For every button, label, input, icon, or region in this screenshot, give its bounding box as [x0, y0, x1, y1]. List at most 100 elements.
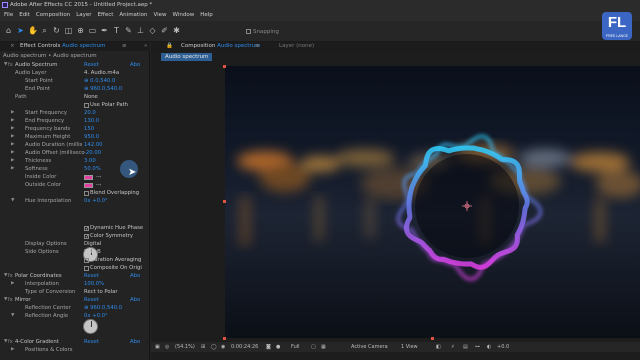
end-frequency-value[interactable]: 130.0: [84, 117, 99, 125]
twirl-icon[interactable]: ▼: [4, 296, 7, 304]
pixel-aspect-icon[interactable]: ◧: [436, 342, 441, 352]
menu-edit[interactable]: Edit: [19, 10, 30, 21]
twirl-icon[interactable]: ▶: [11, 125, 14, 133]
twirl-icon[interactable]: ▶: [11, 157, 14, 165]
dynamic-hue-phase-checkbox[interactable]: [84, 225, 89, 233]
blend-overlapping-checkbox[interactable]: [84, 190, 89, 196]
roto-brush-tool-icon[interactable]: ✐: [160, 26, 169, 35]
menu-layer[interactable]: Layer: [76, 10, 91, 21]
zoom-dropdown[interactable]: (54.1%): [175, 342, 195, 352]
hue-interpolation-value[interactable]: 0x +0.0°: [84, 197, 108, 205]
selection-tool-icon[interactable]: ➤: [16, 26, 25, 35]
interpolation-value[interactable]: 100.0%: [84, 280, 104, 288]
effect-audio-spectrum[interactable]: ▼ fx Audio Spectrum Reset Abo: [0, 61, 150, 69]
rotate-tool-icon[interactable]: ↻: [52, 26, 61, 35]
snapping-checkbox[interactable]: [246, 29, 251, 34]
fx-icon[interactable]: fx: [8, 296, 13, 304]
layer-handle-bl[interactable]: [223, 337, 226, 340]
eyedropper-icon[interactable]: ⤏: [96, 173, 101, 181]
timeline-icon[interactable]: ▤: [463, 342, 468, 352]
mask-tool-icon[interactable]: ▭: [88, 26, 97, 35]
zoom-tool-icon[interactable]: ⌕: [40, 26, 49, 35]
type-of-conversion-select[interactable]: Rect to Polar: [84, 288, 118, 296]
duration-averaging-checkbox[interactable]: [84, 257, 89, 263]
reflection-angle-dial[interactable]: [83, 319, 98, 334]
region-of-interest-icon[interactable]: ▢: [311, 342, 316, 352]
value-text[interactable]: 960.0,540.0: [90, 86, 122, 92]
eraser-tool-icon[interactable]: ◇: [148, 26, 157, 35]
fx-icon[interactable]: fx: [8, 272, 13, 280]
camera-dropdown[interactable]: Active Camera: [351, 342, 388, 352]
thickness-value[interactable]: 3.00: [84, 157, 96, 165]
composition-viewer[interactable]: [225, 66, 640, 338]
reset-button[interactable]: Reset: [84, 61, 99, 69]
side-options-select[interactable]: Side B: [84, 248, 101, 256]
reset-button[interactable]: Reset: [84, 338, 99, 346]
twirl-icon[interactable]: ▼: [4, 272, 7, 280]
audio-duration-value[interactable]: 142.00: [84, 141, 103, 149]
layer-handle-bm[interactable]: [431, 337, 434, 340]
frequency-bands-value[interactable]: 150: [84, 125, 94, 133]
tab-layer[interactable]: Layer (none): [279, 42, 314, 51]
twirl-icon[interactable]: ▶: [11, 133, 14, 141]
twirl-icon[interactable]: ▶: [11, 165, 14, 173]
maximum-height-value[interactable]: 950.0: [84, 133, 99, 141]
fx-icon[interactable]: fx: [8, 61, 13, 69]
grid-icon[interactable]: ⊞: [201, 342, 205, 352]
mask-visibility-icon[interactable]: ◯: [211, 342, 217, 352]
magnification-icon[interactable]: ◎: [165, 342, 169, 352]
camera-tool-icon[interactable]: ◫: [64, 26, 73, 35]
resolution-dropdown[interactable]: Full: [291, 342, 300, 352]
pen-tool-icon[interactable]: ✒: [100, 26, 109, 35]
reset-button[interactable]: Reset: [84, 296, 99, 304]
about-button[interactable]: Abo: [130, 338, 140, 346]
home-icon[interactable]: ⌂: [4, 26, 13, 35]
about-button[interactable]: Abo: [130, 296, 140, 304]
lock-icon[interactable]: 🔒: [166, 42, 173, 51]
path-select[interactable]: None: [84, 93, 98, 101]
exposure-value[interactable]: +0.0: [497, 342, 509, 352]
fast-previews-icon[interactable]: ⚡: [451, 342, 455, 352]
audio-offset-value[interactable]: -20.00: [84, 149, 101, 157]
twirl-icon[interactable]: ▼: [4, 61, 7, 69]
reflection-center-value[interactable]: ⊕ 960.0,540.0: [84, 304, 122, 312]
twirl-icon[interactable]: ▼: [11, 197, 14, 205]
menu-view[interactable]: View: [153, 10, 166, 21]
expand-panels-icon[interactable]: »: [144, 42, 147, 51]
always-preview-icon[interactable]: ▣: [155, 342, 160, 352]
layer-handle-tl[interactable]: [223, 65, 226, 68]
menu-effect[interactable]: Effect: [98, 10, 114, 21]
crosshair-icon[interactable]: ⊕: [84, 78, 88, 84]
snapshot-icon[interactable]: ◙: [266, 342, 271, 352]
fx-icon[interactable]: fx: [8, 338, 13, 346]
end-point-value[interactable]: ⊕ 960.0,540.0: [84, 85, 122, 93]
twirl-icon[interactable]: ▶: [11, 280, 14, 288]
composition-subtab[interactable]: Audio spectrum: [161, 53, 213, 61]
inside-color-swatch[interactable]: [84, 174, 93, 180]
reset-button[interactable]: Reset: [84, 272, 99, 280]
hand-tool-icon[interactable]: ✋: [28, 26, 38, 35]
transparency-grid-icon[interactable]: ▦: [321, 342, 326, 352]
use-polar-path-checkbox[interactable]: [84, 102, 89, 108]
twirl-icon[interactable]: ▶: [11, 117, 14, 125]
twirl-icon[interactable]: ▼: [4, 338, 7, 346]
menu-window[interactable]: Window: [173, 10, 195, 21]
about-button[interactable]: Abo: [130, 272, 140, 280]
audio-layer-select[interactable]: 4. Audio.m4a: [84, 69, 119, 77]
softness-value[interactable]: 50.0%: [84, 165, 101, 173]
start-frequency-value[interactable]: 20.0: [84, 109, 96, 117]
clone-stamp-tool-icon[interactable]: ⊥: [136, 26, 145, 35]
twirl-icon[interactable]: ▶: [11, 109, 14, 117]
eyedropper-icon[interactable]: ⤏: [96, 181, 101, 189]
outside-color-swatch[interactable]: [84, 182, 93, 188]
close-icon[interactable]: ×: [10, 42, 15, 51]
puppet-tool-icon[interactable]: ✱: [172, 26, 181, 35]
twirl-icon[interactable]: ▶: [11, 141, 14, 149]
snapping-toggle[interactable]: Snapping: [246, 29, 279, 35]
panel-menu-icon[interactable]: ≡: [122, 42, 127, 51]
panel-menu-icon[interactable]: ≡: [255, 42, 260, 51]
effect-polar-coordinates[interactable]: ▼ fx Polar Coordinates Reset Abo: [0, 272, 150, 280]
effect-mirror[interactable]: ▼ fx Mirror Reset Abo: [0, 296, 150, 304]
effect-4-color-gradient[interactable]: ▼ fx 4-Color Gradient Reset Abo: [0, 338, 150, 346]
layer-handle-ml[interactable]: [223, 200, 226, 203]
